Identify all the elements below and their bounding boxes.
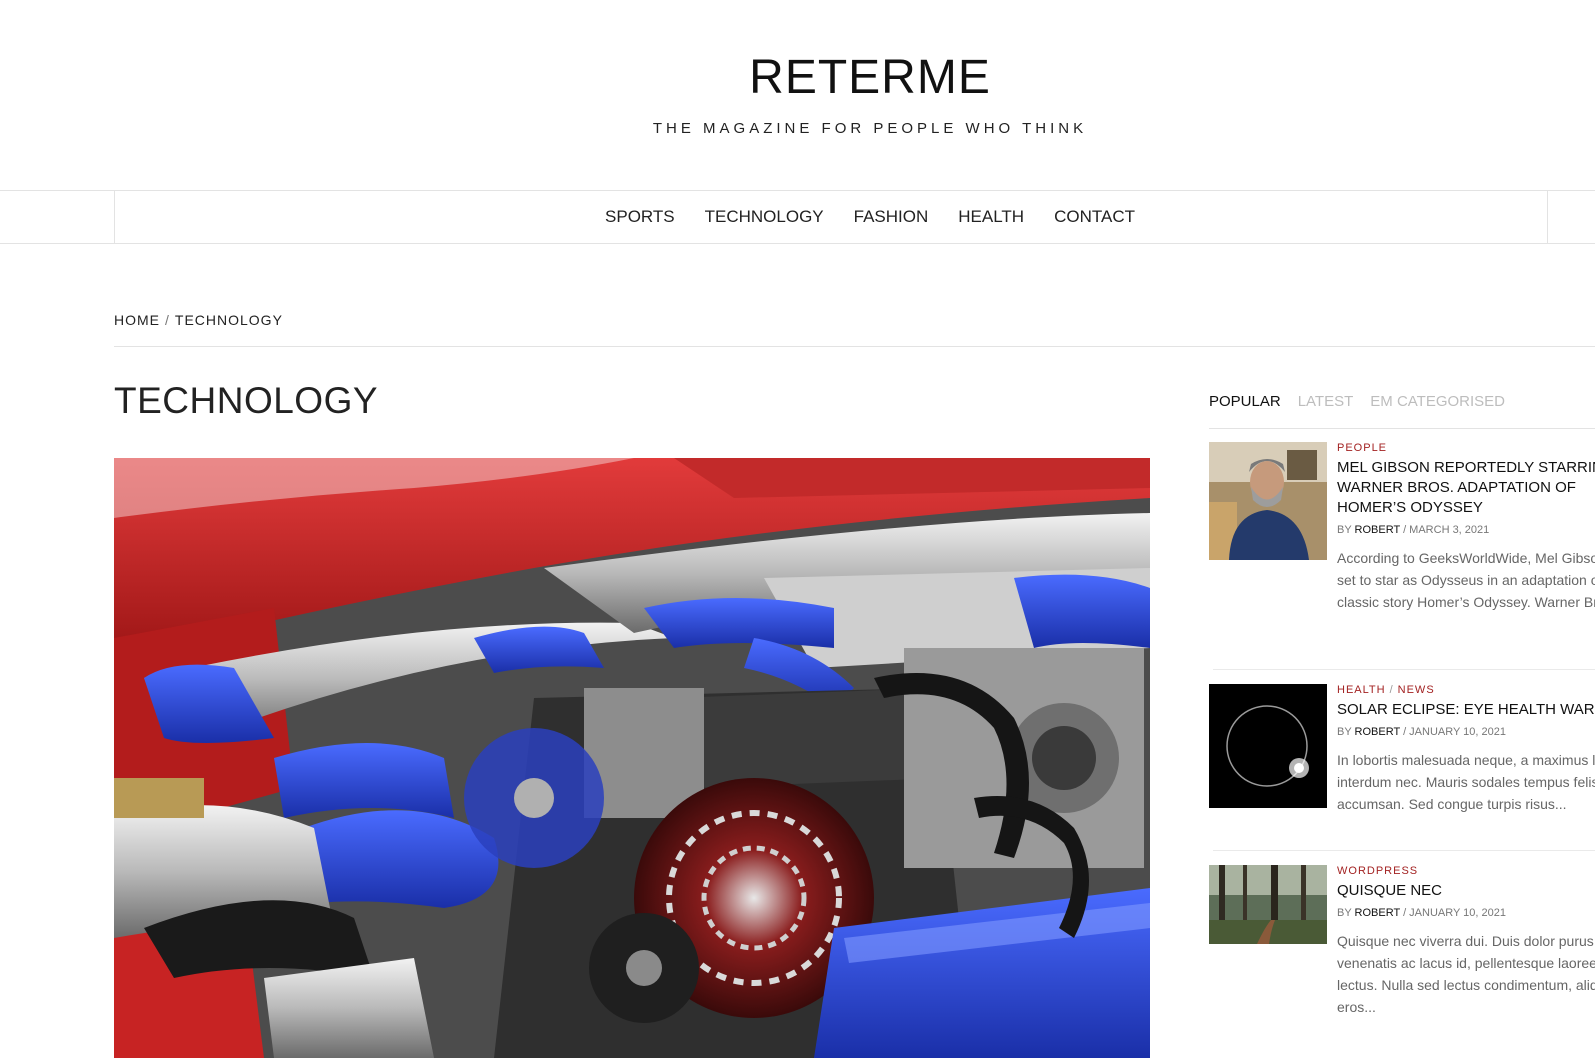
post-thumbnail[interactable] [1209, 865, 1327, 944]
site-title[interactable]: RETERME [0, 50, 1595, 105]
eclipse-photo-icon [1209, 684, 1327, 808]
breadcrumb-current: TECHNOLOGY [174, 312, 283, 328]
category-separator: / [1389, 684, 1394, 696]
post-by-label: BY [1337, 524, 1352, 536]
page-title: TECHNOLOGY [114, 380, 379, 421]
main-navigation: SPORTS TECHNOLOGY FASHION HEALTH CONTACT [0, 190, 1595, 244]
portrait-photo-icon [1209, 442, 1327, 560]
post-body: PEOPLE MEL GIBSON REPORTEDLY STARRING IN… [1337, 442, 1595, 613]
post-body: HEALTH / NEWS SOLAR ECLIPSE: EYE HEALTH WA… [1337, 684, 1595, 815]
sidebar-tabs-divider [1209, 428, 1595, 429]
post-meta: BY ROBERT / JANUARY 10, 2021 [1337, 907, 1595, 919]
post-date: / MARCH 3, 2021 [1403, 524, 1490, 536]
post-categories: WORDPRESS [1337, 865, 1595, 877]
post-divider [1213, 850, 1595, 851]
post-divider [1213, 669, 1595, 670]
sidebar-tabs: POPULAR LATEST EM CATEGORISED [1209, 393, 1505, 410]
nav-item-sports[interactable]: SPORTS [605, 207, 675, 227]
post-author[interactable]: ROBERT [1355, 524, 1400, 536]
site-header: RETERME THE MAGAZINE FOR PEOPLE WHO THIN… [0, 0, 1595, 190]
tab-em-categorised[interactable]: EM CATEGORISED [1370, 393, 1505, 410]
nav-item-health[interactable]: HEALTH [958, 207, 1024, 227]
post-category-link[interactable]: NEWS [1398, 684, 1435, 696]
post-category-link[interactable]: PEOPLE [1337, 442, 1387, 454]
post-date: / JANUARY 10, 2021 [1403, 726, 1506, 738]
breadcrumb-separator: / [165, 312, 170, 328]
post-author[interactable]: ROBERT [1355, 726, 1400, 738]
post-title[interactable]: QUISQUE NEC [1337, 881, 1595, 901]
featured-post-image[interactable] [114, 458, 1150, 1058]
post-meta: BY ROBERT / MARCH 3, 2021 [1337, 524, 1595, 536]
breadcrumb: HOME / TECHNOLOGY [114, 312, 283, 328]
breadcrumb-divider [114, 346, 1595, 347]
post-excerpt: Quisque nec viverra dui. Duis dolor puru… [1337, 933, 1595, 1015]
post-categories: PEOPLE [1337, 442, 1595, 454]
nav-item-fashion[interactable]: FASHION [854, 207, 929, 227]
post-body: WORDPRESS QUISQUE NEC BY ROBERT / JANUAR… [1337, 865, 1595, 1018]
post-thumbnail[interactable] [1209, 442, 1327, 560]
nav-item-technology[interactable]: TECHNOLOGY [705, 207, 824, 227]
post-excerpt: According to GeeksWorldWide, Mel Gibson … [1337, 550, 1595, 610]
post-category-link[interactable]: WORDPRESS [1337, 865, 1418, 877]
post-title[interactable]: SOLAR ECLIPSE: EYE HEALTH WARNING [1337, 700, 1595, 720]
post-by-label: BY [1337, 907, 1352, 919]
post-thumbnail[interactable] [1209, 684, 1327, 808]
post-excerpt: In lobortis malesuada neque, a maximus l… [1337, 752, 1595, 812]
forest-photo-icon [1209, 865, 1327, 944]
engine-photo-icon [114, 458, 1150, 1058]
nav-menu: SPORTS TECHNOLOGY FASHION HEALTH CONTACT [0, 191, 1595, 243]
post-title[interactable]: MEL GIBSON REPORTEDLY STARRING IN WARNER… [1337, 458, 1595, 518]
site-tagline: THE MAGAZINE FOR PEOPLE WHO THINK [652, 120, 1088, 137]
post-category-link[interactable]: HEALTH [1337, 684, 1386, 696]
post-by-label: BY [1337, 726, 1352, 738]
post-meta: BY ROBERT / JANUARY 10, 2021 [1337, 726, 1595, 738]
nav-item-contact[interactable]: CONTACT [1054, 207, 1135, 227]
breadcrumb-home-link[interactable]: HOME [114, 312, 160, 328]
tab-latest[interactable]: LATEST [1298, 393, 1354, 410]
post-categories: HEALTH / NEWS [1337, 684, 1595, 696]
tab-popular[interactable]: POPULAR [1209, 393, 1281, 410]
post-author[interactable]: ROBERT [1355, 907, 1400, 919]
post-date: / JANUARY 10, 2021 [1403, 907, 1506, 919]
